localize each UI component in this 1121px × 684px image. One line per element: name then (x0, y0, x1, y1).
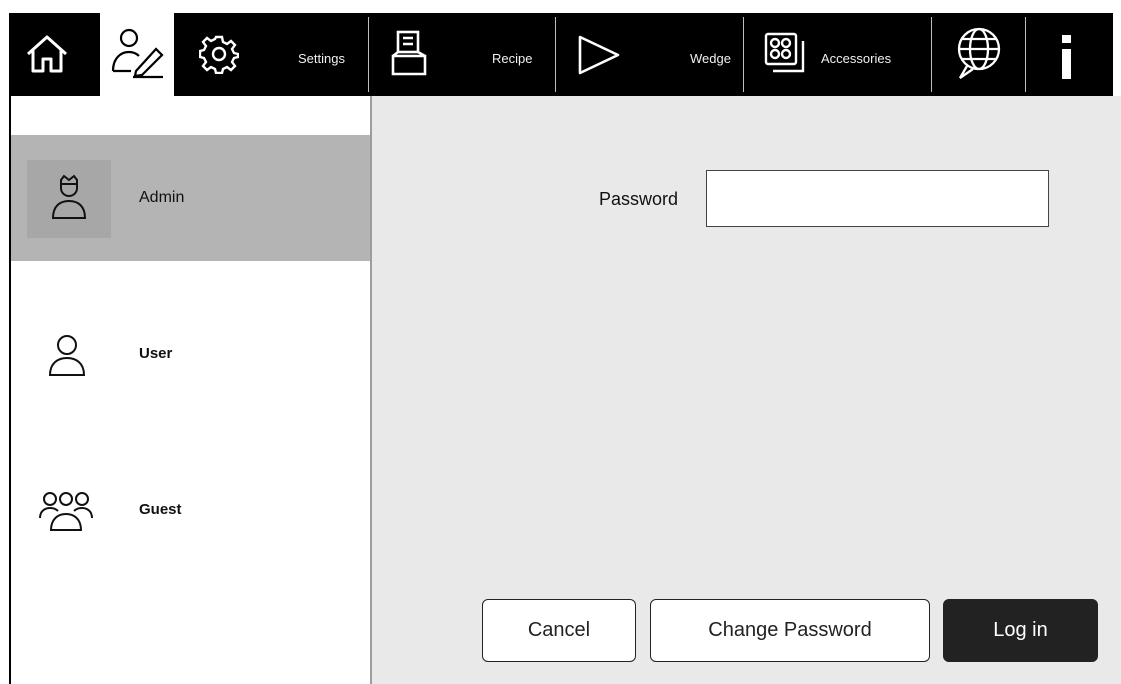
sidebar-item-label: User (139, 345, 173, 362)
admin-crown-icon (51, 174, 87, 219)
user-tab[interactable] (97, 13, 177, 96)
accessories-label: Accessories (821, 51, 892, 66)
toolbar-divider (1025, 17, 1026, 92)
guest-icon-box (27, 472, 111, 550)
sidebar-item-guest[interactable]: Guest (11, 447, 370, 573)
sidebar-item-admin[interactable]: Admin (11, 135, 370, 261)
recipe-label: Recipe (492, 51, 533, 66)
recipe-icon (391, 30, 427, 76)
sidebar-item-label: Guest (139, 501, 182, 518)
toolbar-divider (368, 17, 369, 92)
home-icon (26, 35, 68, 73)
user-edit-icon (111, 28, 164, 79)
info-icon (1062, 35, 1071, 79)
toolbar-divider (555, 17, 556, 92)
group-icon (39, 492, 93, 531)
cancel-button[interactable]: Cancel (482, 599, 636, 662)
toolbar-divider (743, 17, 744, 92)
sidebar-item-label: Admin (139, 189, 185, 206)
settings-button[interactable]: Settings (181, 13, 367, 96)
login-panel: Password Cancel Change Password Log in (372, 96, 1121, 684)
wedge-label: Wedge (690, 51, 731, 66)
toolbar-divider (931, 17, 932, 92)
user-role-sidebar: Admin User Guest (11, 96, 370, 684)
admin-icon-box (27, 160, 111, 238)
settings-label: Settings (298, 51, 345, 66)
language-button[interactable] (933, 13, 1025, 96)
home-button[interactable] (9, 13, 93, 96)
user-icon-box (27, 317, 111, 395)
user-icon (48, 335, 86, 376)
globe-chat-icon (957, 27, 1001, 79)
sidebar-item-user[interactable]: User (11, 292, 370, 418)
change-password-button[interactable]: Change Password (650, 599, 930, 662)
accessories-icon (764, 32, 805, 73)
info-button[interactable] (1027, 13, 1113, 96)
top-toolbar: Settings Recipe Wedge Accessories (9, 13, 1113, 96)
login-button[interactable]: Log in (943, 599, 1098, 662)
gear-icon (199, 35, 239, 74)
accessories-button[interactable]: Accessories (745, 13, 931, 96)
password-input[interactable] (706, 170, 1049, 227)
triangle-play-icon (578, 35, 620, 75)
password-label: Password (599, 189, 679, 209)
recipe-button[interactable]: Recipe (370, 13, 555, 96)
wedge-button[interactable]: Wedge (557, 13, 743, 96)
